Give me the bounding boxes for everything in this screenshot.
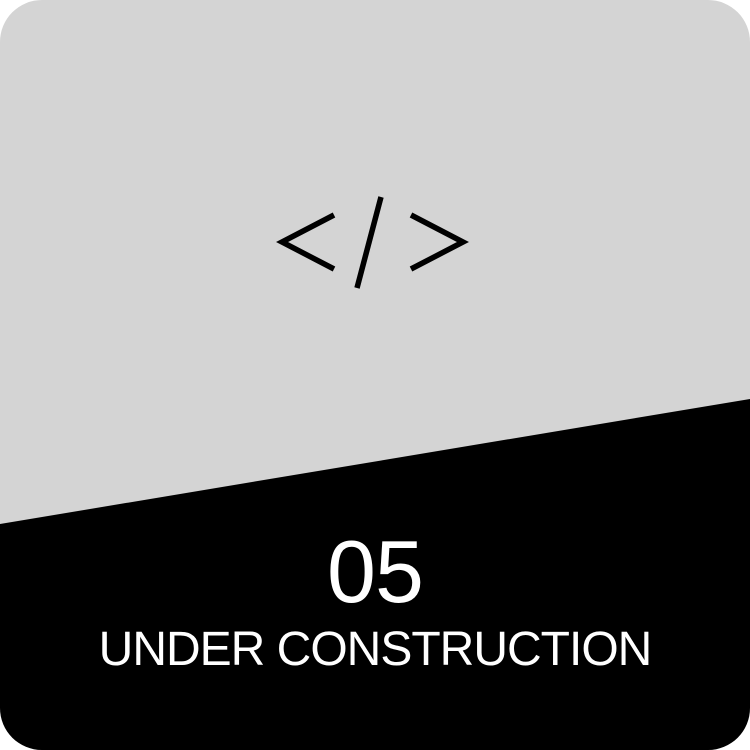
tile-number: 05	[327, 522, 424, 621]
code-icon	[276, 196, 469, 289]
tile-card[interactable]: 05 UNDER CONSTRUCTION	[0, 0, 750, 750]
tile-label: UNDER CONSTRUCTION	[98, 623, 653, 676]
